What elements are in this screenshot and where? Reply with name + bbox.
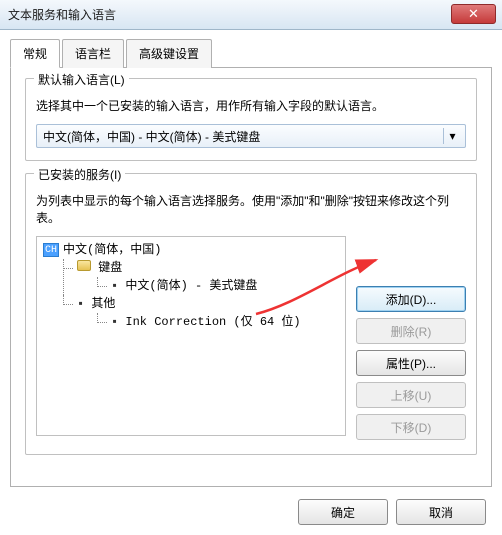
default-language-combo[interactable]: 中文(简体，中国) - 中文(简体) - 美式键盘 ▾: [36, 124, 466, 148]
default-language-value: 中文(简体，中国) - 中文(简体) - 美式键盘: [43, 128, 260, 145]
tab-advanced[interactable]: 高级键设置: [126, 39, 212, 68]
group-services: 已安装的服务(I) 为列表中显示的每个输入语言选择服务。使用"添加"和"删除"按…: [25, 173, 477, 455]
cancel-button[interactable]: 取消: [396, 499, 486, 525]
move-down-button: 下移(D): [356, 414, 466, 440]
tabpage-general: 默认输入语言(L) 选择其中一个已安装的输入语言，用作所有输入字段的默认语言。 …: [10, 67, 492, 487]
close-button[interactable]: ✕: [451, 4, 496, 24]
tree-keyboard-group[interactable]: 键盘 中文(简体) - 美式键盘: [63, 259, 339, 295]
dialog-footer: 确定 取消: [10, 499, 486, 525]
dialog-body: 常规 语言栏 高级键设置 默认输入语言(L) 选择其中一个已安装的输入语言，用作…: [0, 30, 502, 535]
add-button[interactable]: 添加(D)...: [356, 286, 466, 312]
ok-button[interactable]: 确定: [298, 499, 388, 525]
services-tree[interactable]: CH 中文(简体，中国) 键盘 中文(简体) - 美式键盘 其他: [36, 236, 346, 436]
services-area: CH 中文(简体，中国) 键盘 中文(简体) - 美式键盘 其他: [36, 236, 466, 440]
chevron-down-icon: ▾: [443, 128, 461, 144]
group-services-title: 已安装的服务(I): [34, 166, 125, 183]
services-desc: 为列表中显示的每个输入语言选择服务。使用"添加"和"删除"按钮来修改这个列表。: [36, 192, 466, 226]
titlebar: 文本服务和输入语言 ✕: [0, 0, 502, 30]
tab-langbar[interactable]: 语言栏: [62, 39, 124, 68]
remove-button: 删除(R): [356, 318, 466, 344]
tree-root-label: 中文(简体，中国): [63, 241, 161, 259]
group-default-language: 默认输入语言(L) 选择其中一个已安装的输入语言，用作所有输入字段的默认语言。 …: [25, 78, 477, 161]
tree-keyboard-label: 键盘: [98, 261, 122, 275]
tree-other-label: 其他: [91, 297, 115, 311]
tree-other-item[interactable]: Ink Correction (仅 64 位): [97, 313, 339, 331]
tab-strip: 常规 语言栏 高级键设置: [10, 39, 492, 68]
lang-badge-icon: CH: [43, 243, 59, 257]
services-button-column: 添加(D)... 删除(R) 属性(P)... 上移(U) 下移(D): [346, 236, 466, 440]
default-language-desc: 选择其中一个已安装的输入语言，用作所有输入字段的默认语言。: [36, 97, 466, 114]
group-default-language-title: 默认输入语言(L): [34, 71, 129, 88]
move-up-button: 上移(U): [356, 382, 466, 408]
window-title: 文本服务和输入语言: [8, 6, 494, 23]
properties-button[interactable]: 属性(P)...: [356, 350, 466, 376]
tree-root[interactable]: CH 中文(简体，中国): [43, 241, 339, 259]
bullet-icon: [77, 297, 91, 311]
tree-keyboard-item[interactable]: 中文(简体) - 美式键盘: [97, 277, 339, 295]
tree-other-group[interactable]: 其他 Ink Correction (仅 64 位): [63, 295, 339, 331]
bullet-icon: [111, 315, 125, 329]
tab-general[interactable]: 常规: [10, 39, 60, 68]
bullet-icon: [111, 279, 125, 293]
keyboard-folder-icon: [77, 260, 91, 271]
close-icon: ✕: [468, 6, 479, 22]
